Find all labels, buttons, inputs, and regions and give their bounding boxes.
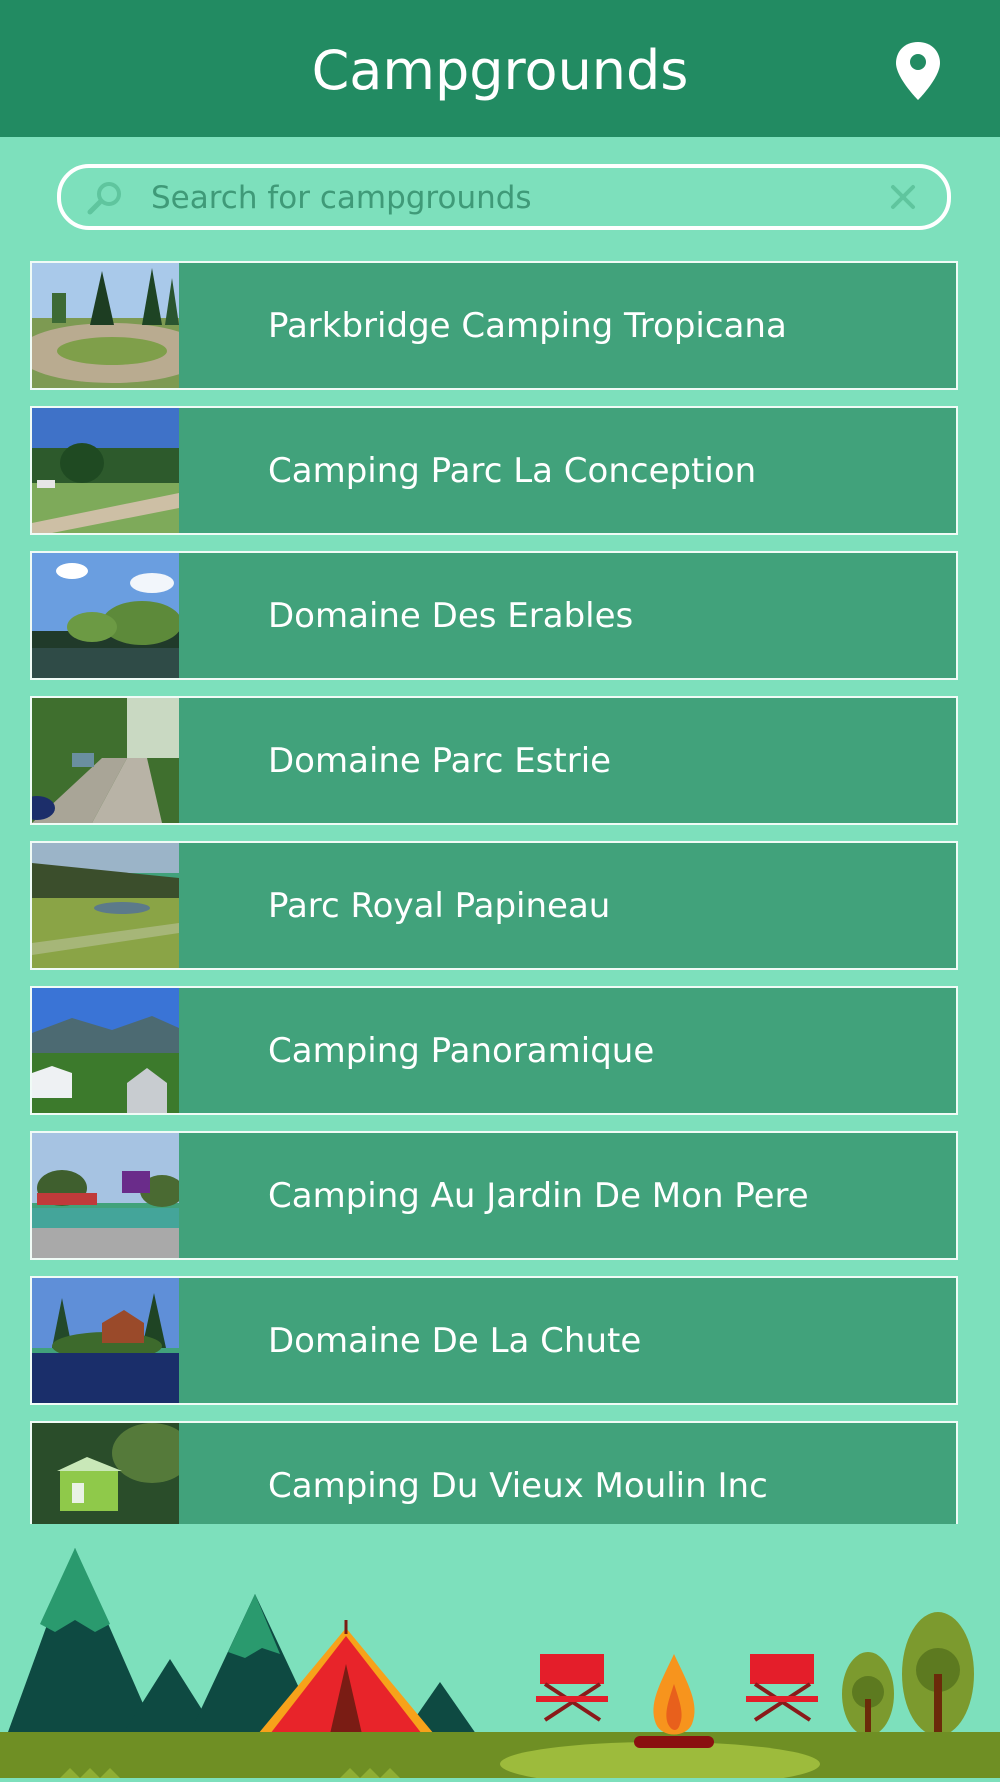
campground-photo xyxy=(32,263,179,388)
campground-photo xyxy=(32,553,179,678)
list-item[interactable]: Camping Panoramique xyxy=(30,986,958,1115)
close-icon[interactable] xyxy=(889,183,917,211)
map-pin-icon[interactable] xyxy=(889,40,947,102)
campground-photo xyxy=(32,698,179,823)
campground-list: Parkbridge Camping Tropicana Camping Par… xyxy=(30,260,958,1524)
campground-photo xyxy=(32,1278,179,1403)
campground-photo xyxy=(32,408,179,533)
list-item[interactable]: Camping Du Vieux Moulin Inc xyxy=(30,1421,958,1524)
campground-name: Parkbridge Camping Tropicana xyxy=(268,306,787,346)
list-item[interactable]: Parkbridge Camping Tropicana xyxy=(30,261,958,390)
campground-photo xyxy=(32,843,179,968)
page-title: Campgrounds xyxy=(311,39,689,102)
search-icon xyxy=(85,180,125,216)
list-item[interactable]: Domaine Des Erables xyxy=(30,551,958,680)
campground-photo xyxy=(32,1423,179,1524)
list-item[interactable]: Domaine De La Chute xyxy=(30,1276,958,1405)
campground-name: Camping Parc La Conception xyxy=(268,451,757,491)
campground-name: Parc Royal Papineau xyxy=(268,886,611,926)
list-item[interactable]: Domaine Parc Estrie xyxy=(30,696,958,825)
camping-scene-illustration xyxy=(0,1524,1000,1782)
campground-photo xyxy=(32,1133,179,1258)
list-item[interactable]: Parc Royal Papineau xyxy=(30,841,958,970)
app-header: Campgrounds xyxy=(0,0,1000,137)
campground-name: Domaine Parc Estrie xyxy=(268,741,612,781)
list-item[interactable]: Camping Parc La Conception xyxy=(30,406,958,535)
list-item[interactable]: Camping Au Jardin De Mon Pere xyxy=(30,1131,958,1260)
search-bar xyxy=(57,164,951,230)
campground-name: Camping Du Vieux Moulin Inc xyxy=(268,1466,768,1506)
campground-name: Domaine Des Erables xyxy=(268,596,634,636)
campground-photo xyxy=(32,988,179,1113)
campground-name: Camping Panoramique xyxy=(268,1031,655,1071)
search-input[interactable] xyxy=(149,172,833,224)
campground-name: Camping Au Jardin De Mon Pere xyxy=(268,1176,809,1216)
campground-name: Domaine De La Chute xyxy=(268,1321,642,1361)
